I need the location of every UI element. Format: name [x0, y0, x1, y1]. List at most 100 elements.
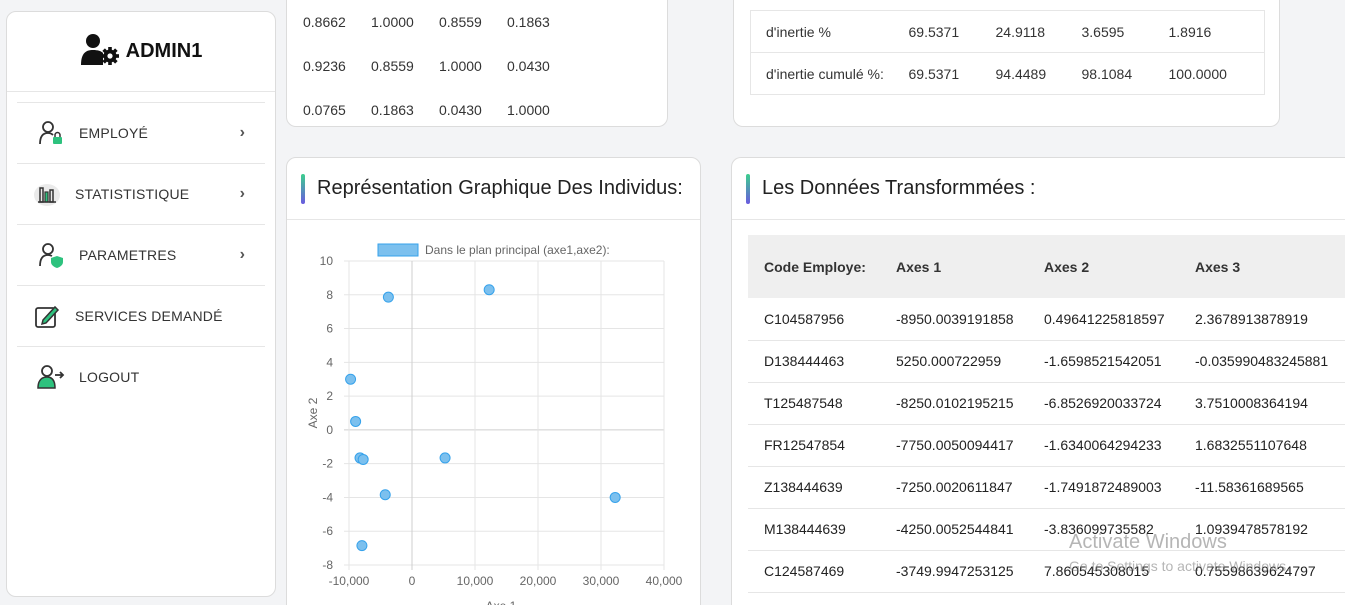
correlation-matrix-card: 0.8662 1.0000 0.8559 0.1863 0.9236 0.855…: [286, 0, 668, 127]
scatter-chart: 10 8 6 4 2 0 -2 -4 -6 -8 -10,000 0 10,000 20,000 30,00…: [306, 243, 683, 605]
chart-card-title: Représentation Graphique Des Individus:: [317, 177, 683, 199]
table-row: Z138444639 -7250.0020611847 -1.74918724890…: [748, 466, 1345, 509]
table-cell: 0.9236: [303, 58, 346, 74]
table-cell: -8250.0102195215: [896, 382, 1044, 425]
transformed-data-table: Code Employe: Axes 1 Axes 2 Axes 3 C1045…: [748, 235, 1345, 593]
bar-chart-icon: [33, 180, 61, 208]
y-tick-label: 8: [326, 288, 333, 302]
x-axis-title: Axe 1: [486, 599, 517, 605]
table-cell: M138444639: [748, 508, 896, 551]
y-tick-label: -2: [322, 457, 333, 471]
table-row: T125487548 -8250.0102195215 -6.85269200337…: [748, 382, 1345, 425]
column-header[interactable]: Axes 1: [896, 235, 1044, 298]
table-row: 0.9236 0.8559 1.0000 0.0430: [303, 44, 575, 88]
sidebar: ADMIN1 EMPLOYÉ › STATISTISTIQUE › PARAME…: [6, 11, 276, 597]
user-logout-icon: [37, 363, 65, 391]
y-tick-label: 4: [326, 355, 333, 369]
accent-bar: [746, 173, 750, 204]
legend-label: Dans le plan principal (axe1,axe2):: [425, 243, 610, 257]
y-tick-label: -6: [322, 524, 333, 538]
table-cell: 7.860545308015: [1044, 550, 1195, 593]
table-cell: D138444463: [748, 340, 896, 383]
table-row: d'inertie % 69.5371 24.9118 3.6595 1.891…: [750, 10, 1265, 53]
inertia-card: d'inertie % 69.5371 24.9118 3.6595 1.891…: [733, 0, 1280, 127]
table-row: 0.8662 1.0000 0.8559 0.1863: [303, 0, 575, 44]
table-row: C124587469 -3749.9947253125 7.860545308015…: [748, 550, 1345, 593]
sidebar-item-statistique[interactable]: STATISTISTIQUE ›: [17, 163, 265, 224]
table-cell: 94.4489: [995, 52, 1082, 95]
sidebar-item-label: STATISTISTIQUE: [75, 186, 190, 202]
table-cell: -0.035990483245881: [1195, 340, 1345, 383]
chevron-right-icon: ›: [239, 246, 245, 263]
sidebar-item-label: PARAMETRES: [79, 247, 177, 263]
table-body: C104587956 -8950.0039191858 0.496412258185…: [748, 298, 1345, 593]
column-header[interactable]: Axes 3: [1195, 235, 1345, 298]
table-cell: C124587469: [748, 550, 896, 593]
table-cell: -7250.0020611847: [896, 466, 1044, 509]
admin-user-gear-icon: [80, 32, 122, 71]
column-header[interactable]: Code Employe:: [748, 235, 896, 298]
x-tick-label: 40,000: [646, 574, 683, 588]
scatter-point: [439, 452, 451, 464]
x-tick-label: 30,000: [583, 574, 620, 588]
table-cell: 98.1084: [1081, 52, 1169, 95]
table-row: FR12547854 -7750.0050094417 -1.63400642942…: [748, 424, 1345, 467]
sidebar-nav: EMPLOYÉ › STATISTISTIQUE › PARAMETRES › …: [7, 92, 275, 407]
table-cell: C104587956: [748, 298, 896, 341]
inertia-table: d'inertie % 69.5371 24.9118 3.6595 1.891…: [750, 10, 1265, 95]
user-lock-icon: [37, 119, 65, 147]
x-tick-label: 0: [409, 574, 416, 588]
edit-icon: [33, 302, 61, 330]
table-cell: d'inertie %: [750, 10, 909, 53]
table-cell: 69.5371: [908, 10, 996, 53]
y-tick-label: 10: [320, 254, 334, 268]
sidebar-brand: ADMIN1: [7, 12, 275, 92]
chevron-right-icon: ›: [239, 124, 245, 141]
x-tick-label: 10,000: [457, 574, 494, 588]
sidebar-item-employe[interactable]: EMPLOYÉ ›: [17, 102, 265, 163]
table-cell: 1.8916: [1168, 10, 1265, 53]
table-cell: T125487548: [748, 382, 896, 425]
sidebar-item-parametres[interactable]: PARAMETRES ›: [17, 224, 265, 285]
accent-bar: [301, 173, 305, 204]
table-cell: 0.1863: [507, 14, 550, 30]
table-cell: 69.5371: [908, 52, 996, 95]
table-cell: 1.6832551107648: [1195, 424, 1345, 467]
table-row: D138444463 5250.000722959 -1.6598521542051…: [748, 340, 1345, 383]
table-row: 0.0765 0.1863 0.0430 1.0000: [303, 88, 575, 126]
y-tick-label: 2: [326, 389, 333, 403]
x-tick-label: 20,000: [520, 574, 557, 588]
legend-swatch: [377, 243, 419, 257]
brand-title: ADMIN1: [125, 40, 203, 62]
table-cell: -1.6598521542051: [1044, 340, 1195, 383]
scatter-point: [382, 291, 394, 303]
scatter-point: [350, 415, 362, 427]
table-cell: 100.0000: [1168, 52, 1265, 95]
sidebar-item-services-demande[interactable]: SERVICES DEMANDÉ: [17, 285, 265, 346]
column-header[interactable]: Axes 2: [1044, 235, 1195, 298]
card-header: Représentation Graphique Des Individus:: [287, 158, 700, 220]
y-tick-label: -8: [322, 558, 333, 572]
table-cell: 3.6595: [1081, 10, 1169, 53]
table-cell: -3749.9947253125: [896, 550, 1044, 593]
scatter-chart-card: Représentation Graphique Des Individus: …: [286, 157, 701, 605]
table-cell: d'inertie cumulé %:: [750, 52, 909, 95]
chevron-right-icon: ›: [239, 185, 245, 202]
y-axis-title: Axe 2: [306, 397, 320, 428]
table-cell: 0.0430: [507, 58, 550, 74]
data-card-title: Les Données Transformmées :: [762, 177, 1036, 199]
table-cell: 24.9118: [995, 10, 1082, 53]
sidebar-item-logout[interactable]: LOGOUT: [17, 346, 265, 407]
scatter-point: [609, 491, 621, 503]
scatter-point: [379, 489, 391, 501]
table-cell: 0.0430: [439, 102, 482, 118]
table-cell: -1.6340064294233: [1044, 424, 1195, 467]
table-row: C104587956 -8950.0039191858 0.496412258185…: [748, 298, 1345, 341]
sidebar-item-label: EMPLOYÉ: [79, 125, 149, 141]
y-tick-label: 6: [326, 322, 333, 336]
table-row: d'inertie cumulé %: 69.5371 94.4489 98.1…: [750, 52, 1265, 95]
table-row: M138444639 -4250.0052544841 -3.83609973558…: [748, 508, 1345, 551]
table-cell: 1.0939478578192: [1195, 508, 1345, 551]
table-cell: 1.0000: [439, 58, 482, 74]
y-tick-label: 0: [326, 423, 333, 437]
